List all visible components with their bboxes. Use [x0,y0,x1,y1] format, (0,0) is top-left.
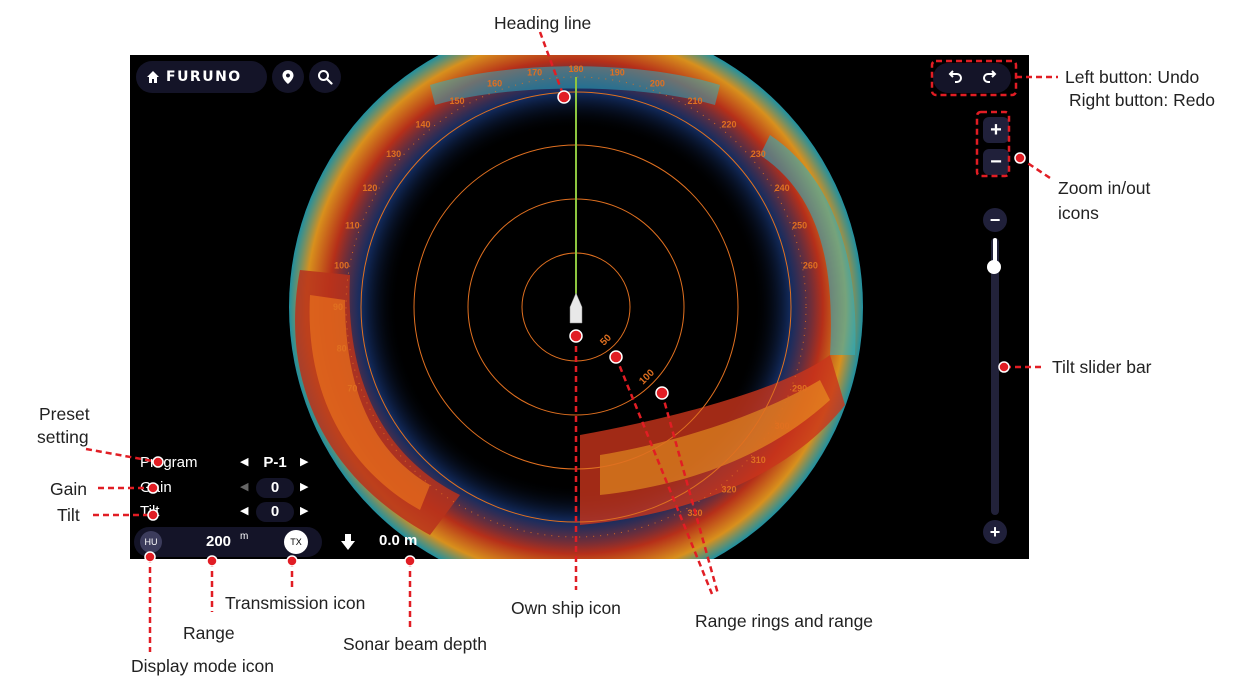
callout-gain: Gain [50,479,87,499]
callout-dot-preset [152,456,164,468]
leader-preset [85,447,159,464]
callout-dot-heading [557,90,571,104]
callout-zoom-line2: icons [1058,203,1099,223]
callout-tilt-slider: Tilt slider bar [1052,357,1152,377]
callout-sonar-depth: Sonar beam depth [343,634,487,654]
callout-dot-display-mode [144,551,156,563]
callout-dot-range [206,555,218,567]
callout-own-ship: Own ship icon [511,598,621,618]
callout-dot-transmission [286,555,298,567]
callout-box-zoom [975,110,1011,178]
callout-dot-gain [147,482,159,494]
callout-zoom-line1: Zoom in/out [1058,178,1151,198]
callout-box-undo-redo [930,59,1018,97]
callout-dot-sonar-depth [404,555,416,567]
callout-tilt: Tilt [57,505,80,525]
callout-range-rings: Range rings and range [695,611,874,631]
callout-transmission: Transmission icon [225,593,366,613]
callout-dot-own-ship [569,329,583,343]
callout-dot-tilt-slider [998,361,1010,373]
leader-heading-line [538,31,566,98]
callout-preset-line2: setting [37,427,89,447]
callout-undo-redo-line1: Left button: Undo [1065,67,1200,87]
callout-dot-range-100 [655,386,669,400]
callout-dot-tilt [147,509,159,521]
leader-range-ring-100 [660,392,720,595]
callout-dot-zoom [1014,152,1026,164]
callout-display-mode: Display mode icon [131,656,274,676]
callout-heading-line: Heading line [494,13,592,33]
callout-range: Range [183,623,235,643]
callout-preset-line1: Preset [39,404,90,424]
callout-dot-range-50 [609,350,623,364]
callout-undo-redo-line2: Right button: Redo [1069,90,1215,110]
